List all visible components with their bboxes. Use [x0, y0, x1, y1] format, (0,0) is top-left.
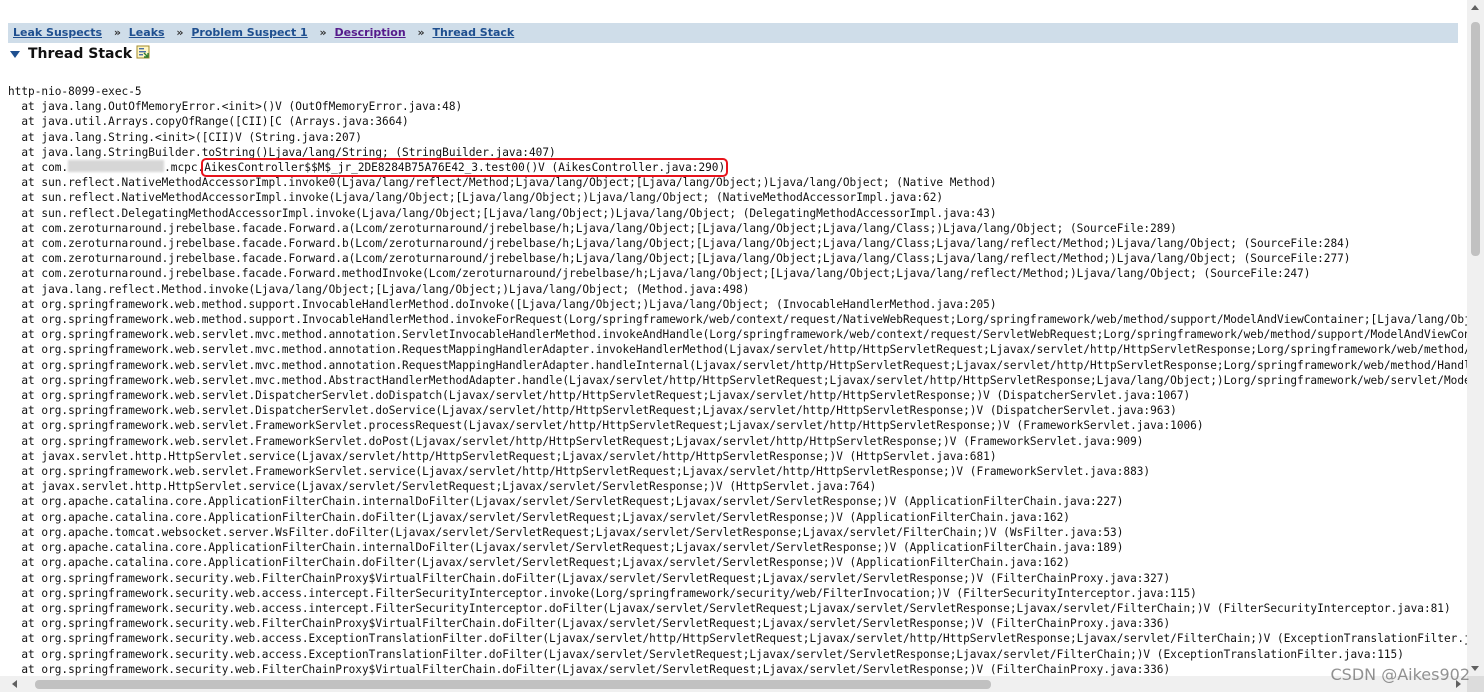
stack-frame-line: at java.lang.OutOfMemoryError.<init>()V …	[21, 100, 463, 114]
breadcrumb-separator-icon: »	[113, 26, 121, 39]
section-title: Thread Stack	[28, 46, 133, 62]
copy-icon[interactable]	[136, 45, 150, 63]
highlight-prefix: at com.	[8, 161, 69, 175]
stack-frame-line: at javax.servlet.http.HttpServlet.servic…	[21, 480, 877, 494]
page-content: Leak Suspects » Leaks » Problem Suspect …	[0, 0, 1467, 676]
stack-frame-line: at org.springframework.web.servlet.Dispa…	[21, 404, 1177, 418]
stack-frame-line: at org.springframework.web.servlet.Frame…	[21, 434, 1144, 448]
stack-frame-line: at org.springframework.security.web.acce…	[21, 632, 1467, 646]
stack-frame-line: at sun.reflect.NativeMethodAccessorImpl.…	[21, 191, 944, 205]
stack-frame-line: at org.springframework.security.web.Filt…	[21, 617, 1171, 631]
stack-frame-line: at org.springframework.web.servlet.mvc.m…	[21, 343, 1467, 357]
stack-frame-line: at org.springframework.web.method.suppor…	[21, 313, 1467, 327]
breadcrumb-link-problem-suspect-1[interactable]: Problem Suspect 1	[191, 26, 307, 39]
breadcrumb: Leak Suspects » Leaks » Problem Suspect …	[8, 23, 1458, 43]
stack-frame-line: at java.lang.StringBuilder.toString()Lja…	[21, 145, 556, 159]
stack-frame-line: at org.springframework.security.web.Filt…	[21, 662, 1171, 676]
breadcrumb-separator-icon: »	[176, 26, 184, 39]
stack-frame-line: at org.apache.catalina.core.ApplicationF…	[21, 510, 1070, 524]
redacted-package-block	[68, 160, 165, 173]
stack-frame-line: at com.zeroturnaround.jrebelbase.facade.…	[21, 221, 1177, 235]
scroll-left-icon[interactable]	[12, 680, 17, 688]
breadcrumb-separator-icon: »	[417, 26, 425, 39]
stack-frame-line: at org.springframework.security.web.acce…	[21, 647, 1404, 661]
stack-frame-line: at com.zeroturnaround.jrebelbase.facade.…	[21, 252, 1351, 266]
horizontal-scrollbar[interactable]	[0, 676, 1467, 692]
stack-frame-line: at java.util.Arrays.copyOfRange([CII)[C …	[21, 115, 409, 129]
stack-frame-line: at org.springframework.security.web.acce…	[21, 601, 1451, 615]
stack-frame-line: at org.apache.tomcat.websocket.server.Ws…	[21, 525, 1124, 539]
breadcrumb-separator-icon: »	[319, 26, 327, 39]
stack-frame-line: at org.apache.catalina.core.ApplicationF…	[21, 541, 1124, 555]
stack-frame-line: at org.springframework.web.servlet.mvc.m…	[21, 373, 1467, 387]
breadcrumb-link-leaks[interactable]: Leaks	[129, 26, 165, 39]
stack-frame-line: at javax.servlet.http.HttpServlet.servic…	[21, 449, 997, 463]
stack-frame-line: at org.springframework.web.servlet.Frame…	[21, 465, 1151, 479]
breadcrumb-link-description[interactable]: Description	[335, 26, 406, 39]
stack-frame-line: at sun.reflect.DelegatingMethodAccessorI…	[21, 206, 997, 220]
scroll-down-icon[interactable]	[1471, 666, 1479, 671]
horizontal-scroll-thumb[interactable]	[35, 680, 991, 689]
section-header: Thread Stack	[10, 44, 150, 64]
stack-frame-line: at org.springframework.security.web.Filt…	[21, 571, 1171, 585]
stack-frame-line: at sun.reflect.NativeMethodAccessorImpl.…	[21, 176, 997, 190]
breadcrumb-link-thread-stack[interactable]: Thread Stack	[432, 26, 514, 39]
stack-frame-line: at org.apache.catalina.core.ApplicationF…	[21, 556, 1070, 570]
stack-frame-line: at com.zeroturnaround.jrebelbase.facade.…	[21, 267, 1311, 281]
stack-frame-line: at org.springframework.web.servlet.Frame…	[21, 419, 1204, 433]
highlighted-stack-frame: AikesController$$M$_jr_2DE8284B75A76E42_…	[201, 158, 729, 178]
stack-frame-line: at org.apache.catalina.core.ApplicationF…	[21, 495, 1124, 509]
stack-frame-line: at com.zeroturnaround.jrebelbase.facade.…	[21, 237, 1351, 251]
breadcrumb-link-leak-suspects[interactable]: Leak Suspects	[13, 26, 102, 39]
vertical-scrollbar[interactable]	[1467, 0, 1484, 676]
stack-frames-top: at java.lang.OutOfMemoryError.<init>()V …	[8, 100, 556, 159]
stack-frame-line: at org.springframework.security.web.acce…	[21, 586, 1197, 600]
stack-frame-line: at org.springframework.web.servlet.Dispa…	[21, 389, 1191, 403]
highlight-middle: .mcpc.	[164, 161, 205, 175]
scroll-up-icon[interactable]	[1471, 5, 1479, 10]
thread-name: http-nio-8099-exec-5	[8, 85, 142, 98]
thread-stack-trace: http-nio-8099-exec-5 at java.lang.OutOfM…	[8, 84, 1467, 676]
stack-frame-line: at org.springframework.web.servlet.mvc.m…	[21, 358, 1467, 372]
triangle-down-icon[interactable]	[10, 50, 20, 58]
stack-frame-line: at org.springframework.web.servlet.mvc.m…	[21, 328, 1467, 342]
stack-frame-line: at java.lang.reflect.Method.invoke(Ljava…	[21, 282, 750, 296]
vertical-scroll-thumb[interactable]	[1471, 22, 1480, 256]
stack-frame-line: at org.springframework.web.method.suppor…	[21, 297, 997, 311]
stack-frame-line: at java.lang.String.<init>([CII)V (Strin…	[21, 130, 362, 144]
stack-frames-bottom: at sun.reflect.NativeMethodAccessorImpl.…	[8, 176, 1467, 676]
watermark: CSDN @Aikes902	[1330, 665, 1470, 684]
